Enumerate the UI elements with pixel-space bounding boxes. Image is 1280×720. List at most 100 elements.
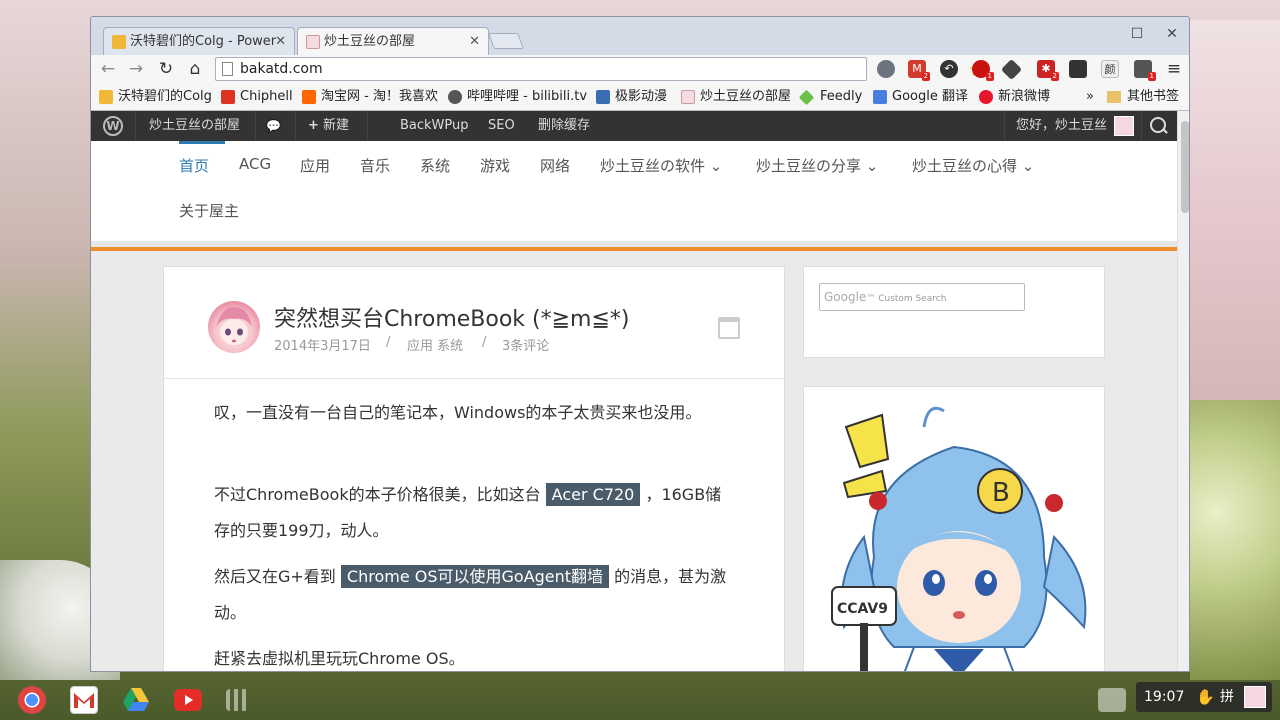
home-button[interactable]: ⌂ <box>184 57 206 81</box>
address-bar[interactable]: bakatd.com ★ <box>215 57 985 81</box>
nav-about[interactable]: 关于屋主 <box>179 200 239 221</box>
reload-button[interactable]: ↻ <box>155 57 177 81</box>
bookmark-chiphell[interactable]: Chiphell <box>221 88 293 106</box>
mascot-illustration-icon: B CCAV9 <box>831 406 1087 671</box>
proxy-extension-icon[interactable]: 1 <box>1134 60 1156 81</box>
wallpaper-right-top <box>1190 20 1280 400</box>
bookmark-taobao[interactable]: 淘宝网 - 淘！我喜欢 <box>302 88 438 106</box>
article-comments-link[interactable]: 3条评论 <box>502 335 549 354</box>
other-bookmarks-folder[interactable]: 其他书签 <box>1107 88 1179 106</box>
sync-extension-icon[interactable] <box>877 60 895 78</box>
nav-home[interactable]: 首页 <box>179 155 209 176</box>
bookmark-favicon-icon <box>798 89 815 106</box>
admin-site-name[interactable]: 炒土豆丝の部屋 <box>149 111 240 141</box>
wordpress-logo-icon[interactable]: W <box>103 116 123 136</box>
close-window-button[interactable]: ✕ <box>1159 23 1185 45</box>
tab-close-icon[interactable]: ✕ <box>469 28 480 55</box>
comments-icon[interactable]: 💬 <box>266 111 281 141</box>
nav-apps[interactable]: 应用 <box>300 155 330 176</box>
tab-bakatd[interactable]: 炒土豆丝の部屋 ✕ <box>297 27 489 55</box>
article-date[interactable]: 2014年3月17日 <box>274 335 371 354</box>
bakatd-favicon-icon <box>306 35 320 49</box>
scrollbar-thumb[interactable] <box>1181 121 1189 213</box>
forward-button[interactable]: → <box>125 57 147 81</box>
extension-badge: 2 <box>921 72 930 81</box>
bookmark-feedly[interactable]: Feedly <box>798 88 862 106</box>
tab-colg[interactable]: 沃特碧们的Colg - Power ✕ <box>103 27 295 55</box>
bookmark-colg[interactable]: 沃特碧们的Colg <box>99 88 212 106</box>
page-scrollbar[interactable] <box>1177 111 1189 671</box>
undo-extension-icon[interactable]: ↶ <box>940 60 958 78</box>
gmail-extension-icon[interactable]: M2 <box>908 60 930 81</box>
admin-avatar[interactable] <box>1114 116 1134 136</box>
bookmark-google-translate[interactable]: Google 翻译 <box>873 88 968 106</box>
bookmark-bakatd[interactable]: 炒土豆丝の部屋 <box>681 88 791 106</box>
bookmark-jiying[interactable]: 极影动漫 <box>596 88 667 106</box>
chromeos-shelf <box>0 680 1280 720</box>
nav-acg[interactable]: ACG <box>239 155 271 173</box>
gmail-m-icon <box>74 693 94 708</box>
paragraph: 不过ChromeBook的本子价格很美，比如这台 Acer C720 ，16GB… <box>214 477 734 549</box>
admin-new-button[interactable]: + 新建 <box>308 111 349 141</box>
bookmark-label: Chiphell <box>240 89 293 104</box>
author-avatar[interactable] <box>208 301 260 353</box>
apps-launcher-icon[interactable] <box>226 689 248 711</box>
wallpaper-right-bottom <box>1190 400 1280 680</box>
admin-greeting[interactable]: 您好，炒土豆丝 <box>1016 111 1107 141</box>
colg-favicon-icon <box>112 35 126 49</box>
bookmark-label: 极影动漫 <box>615 89 668 104</box>
notification-icon[interactable] <box>1098 688 1126 712</box>
clock-time: 19:07 <box>1144 689 1185 705</box>
bookmarks-overflow-button[interactable]: » <box>1066 88 1094 106</box>
svg-text:B: B <box>992 478 1010 508</box>
bookmark-label: 哔哩哔哩 - bilibili.tv <box>467 89 588 104</box>
chrome-app-icon[interactable] <box>18 686 46 714</box>
article-categories[interactable]: 应用 系统 <box>407 335 463 354</box>
other-bookmarks-label: 其他书签 <box>1127 89 1180 104</box>
nav-share-dropdown[interactable]: 炒土豆丝の分享 ⌄ <box>756 155 878 176</box>
admin-search-icon[interactable] <box>1150 117 1166 133</box>
extension-badge: 1 <box>985 72 994 81</box>
chrome-menu-icon[interactable]: ≡ <box>1165 59 1183 79</box>
bookmark-bilibili[interactable]: 哔哩哔哩 - bilibili.tv <box>448 88 587 106</box>
google-custom-search-input[interactable]: Google™ Custom Search <box>819 283 1025 311</box>
wp-admin-bar: W 炒土豆丝の部屋 💬 + 新建 BackWPup SEO 删除缓存 您好，炒土… <box>91 111 1177 141</box>
adblock-extension-icon[interactable]: 1 <box>972 60 994 81</box>
admin-purge-cache[interactable]: 删除缓存 <box>538 111 590 141</box>
admin-separator <box>1004 111 1005 141</box>
nav-software-dropdown[interactable]: 炒土豆丝の软件 ⌄ <box>600 155 722 176</box>
nav-notes-dropdown[interactable]: 炒土豆丝の心得 ⌄ <box>912 155 1034 176</box>
plus-icon: + <box>308 118 319 133</box>
maximize-button[interactable]: ☐ <box>1124 23 1150 45</box>
new-tab-button[interactable] <box>488 33 524 49</box>
puzzle-extension-icon[interactable]: ✱ 2 <box>1037 60 1059 81</box>
gmail-app-icon[interactable] <box>70 686 98 714</box>
meta-separator: / <box>482 335 487 350</box>
paragraph-text: 然后又在G+看到 <box>214 567 341 586</box>
nav-network[interactable]: 网络 <box>540 155 570 176</box>
bookmark-favicon-icon <box>448 90 462 104</box>
admin-separator <box>367 111 368 141</box>
paragraph-text: 不过ChromeBook的本子价格很美，比如这台 <box>214 485 546 504</box>
bookmark-weibo[interactable]: 新浪微博 <box>979 88 1050 106</box>
youtube-app-icon[interactable] <box>174 689 202 711</box>
nav-games[interactable]: 游戏 <box>480 155 510 176</box>
meta-separator: / <box>386 335 391 350</box>
tab-close-icon[interactable]: ✕ <box>275 28 286 55</box>
user-avatar <box>1244 686 1266 708</box>
evernote-extension-icon[interactable] <box>1069 60 1087 78</box>
acer-c720-link[interactable]: Acer C720 <box>545 483 641 506</box>
article-title[interactable]: 突然想买台ChromeBook (*≧m≦*) <box>274 301 630 333</box>
status-area[interactable]: 19:07 ✋ 拼 <box>1136 682 1272 712</box>
admin-backwpup[interactable]: BackWPup <box>400 111 469 141</box>
nav-system[interactable]: 系统 <box>420 155 450 176</box>
goagent-link[interactable]: Chrome OS可以使用GoAgent翻墙 <box>340 565 610 588</box>
calendar-icon <box>718 317 740 339</box>
tampermonkey-extension-icon[interactable] <box>1000 58 1023 81</box>
font-extension-icon[interactable]: 颜 <box>1101 60 1119 78</box>
back-button[interactable]: ← <box>97 57 119 81</box>
drive-app-icon[interactable] <box>122 686 150 714</box>
article-card: 突然想买台ChromeBook (*≧m≦*) 2014年3月17日 / 应用 … <box>163 266 785 671</box>
nav-music[interactable]: 音乐 <box>360 155 390 176</box>
admin-seo[interactable]: SEO <box>488 111 515 141</box>
